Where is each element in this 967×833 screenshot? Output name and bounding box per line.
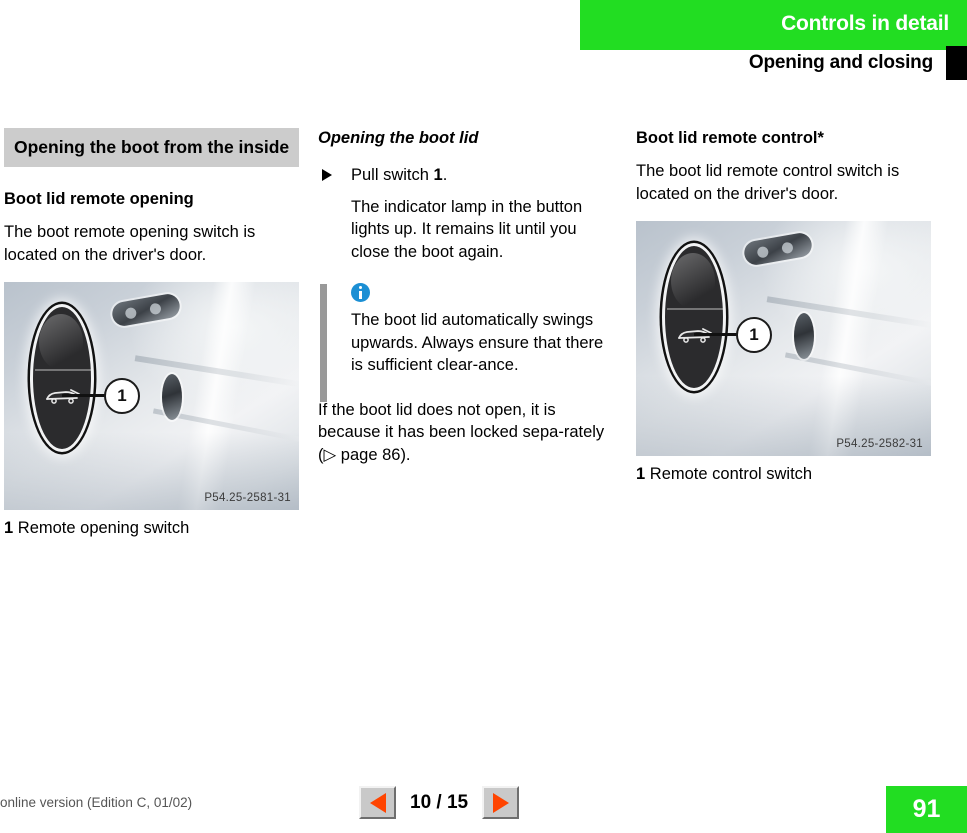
- figure-remote-control-switch: 1 P54.25-2582-31 1 Remote control switch: [636, 221, 931, 485]
- locked-text-part-2: ).: [400, 445, 411, 464]
- arrow-left-icon: [369, 792, 386, 813]
- page-counter: 10 / 15: [410, 791, 469, 813]
- chapter-banner: Controls in detail: [580, 0, 967, 50]
- instruction-pull-switch: Pull switch 1. The indicator lamp in the…: [318, 164, 613, 263]
- chapter-title: Controls in detail: [781, 12, 949, 35]
- heading-boot-lid-remote-control: Boot lid remote control*: [636, 129, 824, 147]
- mirror-adjust-switch: [794, 313, 814, 359]
- instruction-text-suffix: .: [442, 166, 448, 184]
- instruction-text-prefix: Pull switch: [351, 166, 434, 184]
- figure-code: P54.25-2581-31: [204, 492, 291, 504]
- heading-opening-boot-inside: Opening the boot from the inside: [4, 128, 299, 167]
- callout-marker-1: 1: [104, 378, 140, 414]
- heading-opening-boot-lid: Opening the boot lid: [318, 129, 479, 147]
- instruction-text: Pull switch 1.: [351, 164, 613, 187]
- column-one: Opening the boot from the inside Boot li…: [4, 128, 299, 539]
- caption-number: 1: [636, 465, 646, 483]
- next-page-button[interactable]: [482, 786, 520, 819]
- figure-caption: 1 Remote control switch: [636, 463, 931, 485]
- caption-number: 1: [4, 519, 14, 537]
- section-title: Opening and closing: [748, 52, 933, 73]
- caption-text: Remote opening switch: [17, 519, 190, 537]
- chapter-tab-marker: [946, 46, 967, 80]
- info-icon: [351, 283, 370, 302]
- switch-split-line: [667, 308, 723, 310]
- caption-text: Remote control switch: [649, 465, 813, 483]
- info-note: The boot lid automatically swings upward…: [318, 283, 613, 402]
- paragraph-remote-opening-location: The boot remote opening switch is locate…: [4, 223, 256, 264]
- instruction-callout-number: 1: [433, 166, 443, 184]
- image-door-panel-control: 1 P54.25-2582-31: [636, 221, 931, 456]
- callout-leader-line: [694, 333, 738, 336]
- arrow-right-icon: [492, 792, 509, 813]
- page-number-badge: 91: [886, 786, 967, 833]
- image-door-panel-opening: 1 P54.25-2581-31: [4, 282, 299, 510]
- heading-boot-lid-remote-opening: Boot lid remote opening: [4, 190, 194, 208]
- mirror-adjust-switch: [162, 374, 182, 420]
- previous-page-button[interactable]: [359, 786, 396, 819]
- manual-page: Controls in detail Opening and closing O…: [0, 0, 967, 833]
- figure-code: P54.25-2582-31: [836, 438, 923, 450]
- pagination-controls: 10 / 15: [359, 786, 520, 819]
- note-text: The boot lid automatically swings upward…: [351, 311, 604, 374]
- instruction-result-text: The indicator lamp in the button lights …: [351, 197, 583, 261]
- figure-caption: 1 Remote opening switch: [4, 517, 299, 539]
- paragraph-locked-separately: If the boot lid does not open, it is bec…: [318, 399, 613, 467]
- column-two: Opening the boot lid Pull switch 1. The …: [318, 128, 613, 466]
- switch-split-line: [35, 369, 91, 371]
- content-columns: Opening the boot from the inside Boot li…: [0, 128, 967, 748]
- callout-marker-1: 1: [736, 317, 772, 353]
- callout-leader-line: [62, 394, 106, 397]
- boot-release-switch: [30, 304, 94, 452]
- column-three: Boot lid remote control* The boot lid re…: [636, 128, 931, 485]
- section-header: Opening and closing: [0, 50, 967, 83]
- page-ref-triangle-icon: ▷: [323, 445, 337, 464]
- figure-remote-opening-switch: 1 P54.25-2581-31 1 Remote opening switch: [4, 282, 299, 539]
- note-side-bar: [320, 284, 327, 402]
- boot-release-switch: [662, 243, 726, 391]
- online-version-note: online version (Edition C, 01/02): [0, 795, 193, 810]
- triangle-bullet-icon: [322, 169, 332, 181]
- page-ref-text[interactable]: page 86: [336, 446, 401, 464]
- paragraph-remote-control-location: The boot lid remote control switch is lo…: [636, 162, 900, 203]
